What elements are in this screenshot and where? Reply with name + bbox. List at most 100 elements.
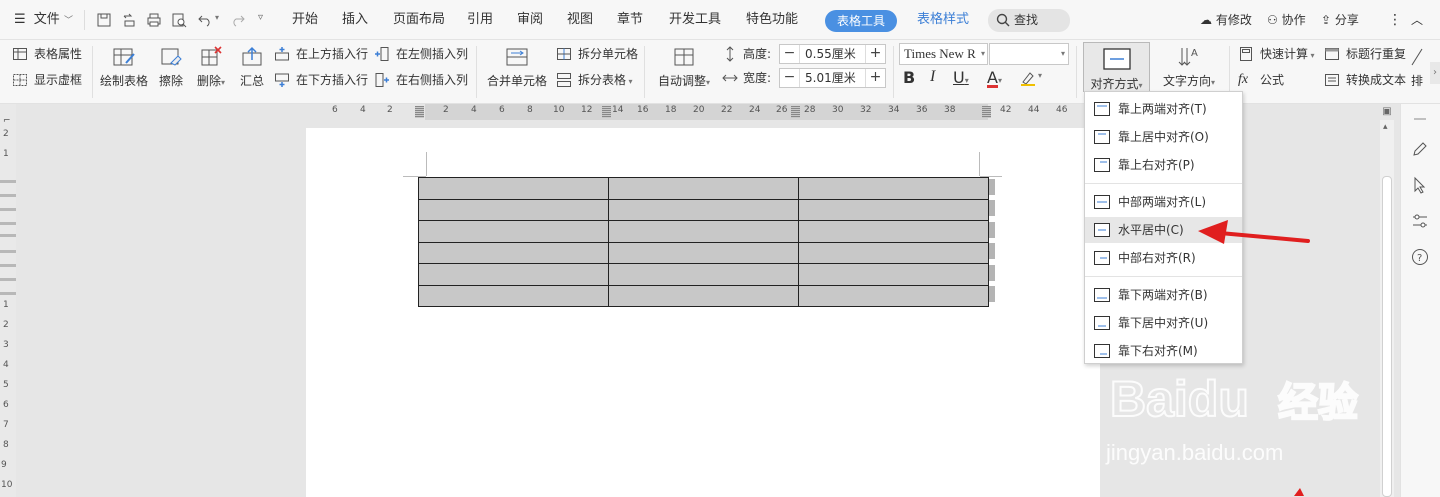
collapse-ribbon-icon[interactable]: ︿ <box>1411 0 1423 40</box>
highlight-button[interactable]: ▾ <box>1020 70 1048 88</box>
table-cell[interactable] <box>608 177 799 200</box>
modified-status[interactable]: ☁ 有修改 <box>1200 0 1252 40</box>
row-height-stepper[interactable]: − 0.55厘米 + <box>779 44 886 64</box>
scroll-up-icon[interactable]: ▴ <box>1383 122 1388 132</box>
print-icon[interactable] <box>146 12 162 28</box>
split-table-button[interactable]: 拆分表格 ▾ <box>556 69 633 91</box>
convert-to-text-button[interactable]: 转换成文本 <box>1324 69 1406 91</box>
ruler-table-marker[interactable] <box>982 106 991 118</box>
table-cell[interactable] <box>418 177 609 200</box>
table-cell[interactable] <box>418 198 609 221</box>
table-cell[interactable] <box>798 220 989 243</box>
table-properties-button[interactable]: 表格属性 <box>12 43 82 65</box>
table-cell[interactable] <box>608 263 799 286</box>
width-decrement[interactable]: − <box>780 69 800 87</box>
share-button[interactable]: ⇪ 分享 <box>1321 0 1359 40</box>
erase-button[interactable]: 擦除 <box>157 45 185 89</box>
bold-button[interactable]: B <box>903 68 915 87</box>
underline-button[interactable]: U▾ <box>953 68 969 87</box>
text-direction-button[interactable]: A 文字方向▾ <box>1157 45 1221 89</box>
sort-button[interactable]: 排 <box>1410 45 1424 89</box>
table-cell[interactable] <box>798 284 989 307</box>
delete-button[interactable]: 删除▾ <box>193 45 229 89</box>
scrollbar-thumb[interactable] <box>1382 176 1392 497</box>
table-cell[interactable] <box>418 241 609 264</box>
tab-special[interactable]: 特色功能 <box>746 0 798 40</box>
table-cell[interactable] <box>798 198 989 221</box>
quick-calc-button[interactable]: 快速计算 ▾ <box>1238 43 1315 65</box>
redo-icon[interactable] <box>230 12 246 28</box>
show-gridlines-button[interactable]: 显示虚框 <box>12 69 82 91</box>
customize-toolbar-icon[interactable]: ▿ <box>258 12 263 23</box>
tab-developer[interactable]: 开发工具 <box>669 0 721 40</box>
align-bottom-right[interactable]: 靠下右对齐(M) <box>1085 338 1242 364</box>
output-icon[interactable] <box>121 12 137 28</box>
insert-row-above-button[interactable]: 在上方插入行 <box>274 43 368 65</box>
document-table[interactable] <box>418 177 989 307</box>
font-name-select[interactable]: Times New R ▾ <box>899 43 988 65</box>
ruler-table-marker[interactable] <box>791 106 800 118</box>
pointer-icon[interactable] <box>1411 176 1429 194</box>
table-cell[interactable] <box>418 220 609 243</box>
table-cell[interactable] <box>608 241 799 264</box>
align-top-justify[interactable]: 靠上两端对齐(T) <box>1085 96 1242 122</box>
insert-row-below-button[interactable]: 在下方插入行 <box>274 69 368 91</box>
split-cells-button[interactable]: 拆分单元格 <box>556 43 638 65</box>
tab-table-tools[interactable]: 表格工具 <box>825 10 898 32</box>
collapse-panel-icon[interactable] <box>1411 110 1429 128</box>
print-preview-icon[interactable] <box>171 12 187 28</box>
tab-page-layout[interactable]: 页面布局 <box>393 0 445 40</box>
tab-table-style[interactable]: 表格样式 <box>917 0 969 40</box>
table-cell[interactable] <box>798 177 989 200</box>
file-menu[interactable]: ☰ 文件 ﹀ <box>14 0 73 40</box>
tab-view[interactable]: 视图 <box>567 0 593 40</box>
table-cell[interactable] <box>418 263 609 286</box>
ruler-table-marker[interactable] <box>415 106 424 118</box>
align-bottom-justify[interactable]: 靠下两端对齐(B) <box>1085 282 1242 308</box>
ribbon-scroll-right[interactable]: › <box>1430 62 1440 84</box>
table-cell[interactable] <box>608 198 799 221</box>
tab-insert[interactable]: 插入 <box>342 0 368 40</box>
merge-cells-button[interactable]: 合并单元格 <box>484 45 550 89</box>
collaborate-button[interactable]: ⚇ 协作 <box>1267 0 1306 40</box>
align-top-center[interactable]: 靠上居中对齐(O) <box>1085 124 1242 150</box>
font-size-select[interactable]: ▾ <box>989 43 1069 65</box>
vertical-scrollbar[interactable]: ▴ <box>1380 120 1394 497</box>
tab-review[interactable]: 审阅 <box>517 0 543 40</box>
view-toggle-icon[interactable]: ▣ <box>1380 106 1394 120</box>
auto-adjust-button[interactable]: 自动调整▾ <box>654 45 714 89</box>
formula-button[interactable]: fx 公式 <box>1238 69 1284 91</box>
insert-col-left-button[interactable]: 在左侧插入列 <box>374 43 468 65</box>
col-width-stepper[interactable]: − 5.01厘米 + <box>779 68 886 88</box>
align-mode-button[interactable]: 对齐方式▾ <box>1083 42 1150 92</box>
search-button[interactable]: 查找 <box>988 9 1070 32</box>
width-increment[interactable]: + <box>865 69 885 87</box>
tab-chapter[interactable]: 章节 <box>617 0 643 40</box>
align-top-right[interactable]: 靠上右对齐(P) <box>1085 152 1242 178</box>
align-bottom-center[interactable]: 靠下居中对齐(U) <box>1085 310 1242 336</box>
tab-references[interactable]: 引用 <box>467 0 493 40</box>
table-cell[interactable] <box>798 241 989 264</box>
height-decrement[interactable]: − <box>780 45 800 63</box>
repeat-header-button[interactable]: 标题行重复 <box>1324 43 1406 65</box>
align-middle-justify[interactable]: 中部两端对齐(L) <box>1085 189 1242 215</box>
tab-home[interactable]: 开始 <box>292 0 318 40</box>
font-color-button[interactable]: A▾ <box>987 68 1002 88</box>
save-icon[interactable] <box>96 12 112 28</box>
height-increment[interactable]: + <box>865 45 885 63</box>
table-cell[interactable] <box>418 284 609 307</box>
insert-col-right-button[interactable]: 在右侧插入列 <box>374 69 468 91</box>
more-icon[interactable]: ⋮ <box>1388 0 1402 40</box>
draw-table-button[interactable]: 绘制表格 <box>99 45 149 89</box>
table-cell[interactable] <box>798 263 989 286</box>
undo-dropdown-icon[interactable]: ▾ <box>215 13 219 22</box>
edit-pen-icon[interactable] <box>1411 140 1429 158</box>
ruler-table-marker[interactable] <box>602 106 611 118</box>
undo-icon[interactable] <box>197 12 213 28</box>
italic-button[interactable]: I <box>930 68 935 86</box>
table-cell[interactable] <box>608 220 799 243</box>
settings-sliders-icon[interactable] <box>1411 212 1429 230</box>
summary-button[interactable]: 汇总 <box>238 45 266 89</box>
table-cell[interactable] <box>608 284 799 307</box>
help-icon[interactable]: ? <box>1411 248 1429 266</box>
